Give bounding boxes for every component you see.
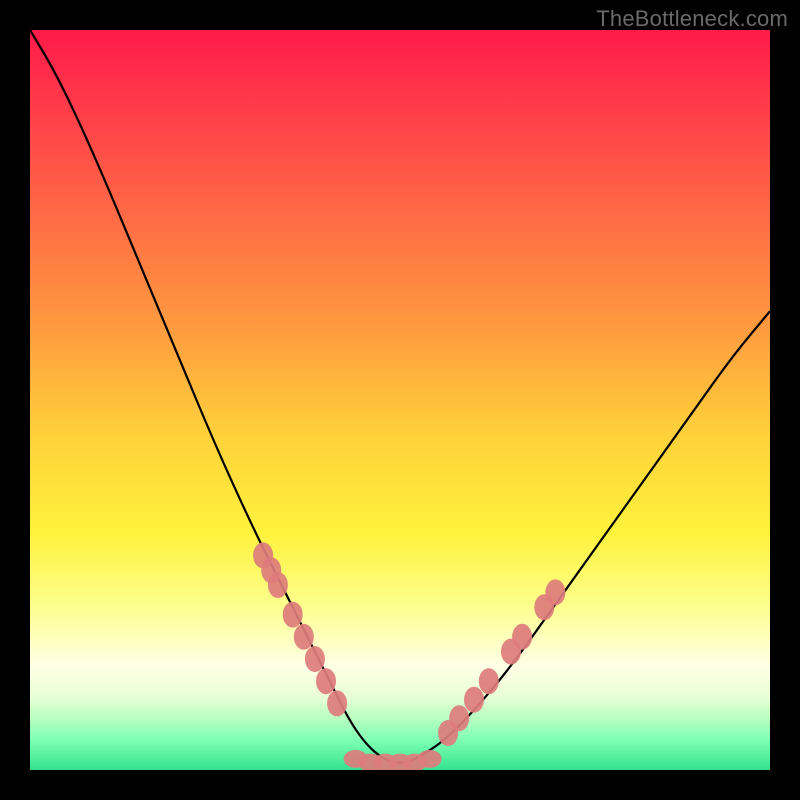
marker-left xyxy=(283,602,303,628)
marker-right xyxy=(449,705,469,731)
data-markers xyxy=(253,542,565,770)
marker-right xyxy=(464,687,484,713)
marker-left xyxy=(316,668,336,694)
bottleneck-curve-plot xyxy=(30,30,770,770)
marker-right xyxy=(512,624,532,650)
marker-right xyxy=(545,579,565,605)
chart-frame xyxy=(30,30,770,770)
marker-left xyxy=(294,624,314,650)
marker-left xyxy=(327,690,347,716)
marker-left xyxy=(305,646,325,672)
bottleneck-curve xyxy=(30,30,770,763)
marker-left xyxy=(268,572,288,598)
marker-right xyxy=(479,668,499,694)
marker-bottom xyxy=(418,750,442,768)
watermark-text: TheBottleneck.com xyxy=(596,6,788,32)
